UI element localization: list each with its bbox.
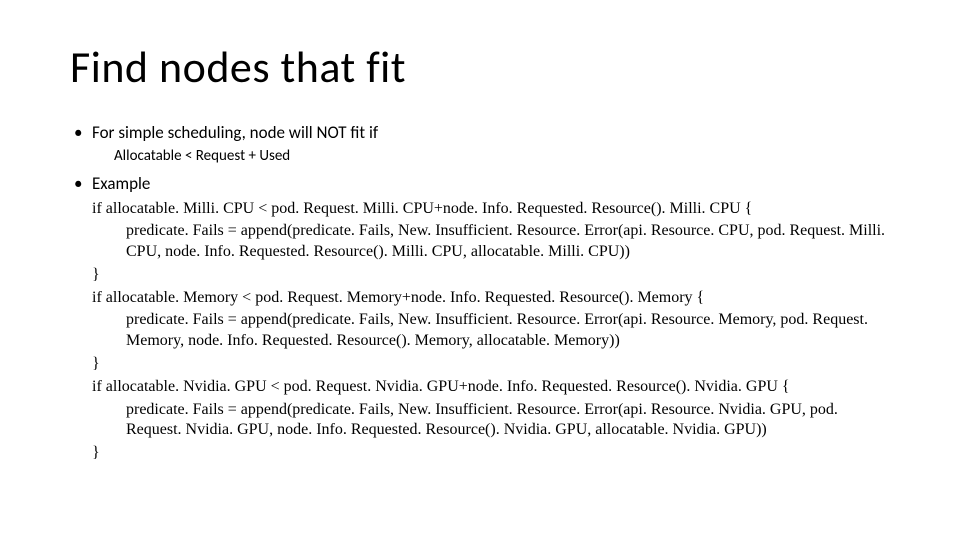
code-line: if allocatable. Nvidia. GPU < pod. Reque…: [70, 377, 890, 398]
bullet-example: Example: [70, 173, 890, 194]
bullet-list-2: Example: [70, 173, 890, 194]
bullet-simple-scheduling: For simple scheduling, node will NOT fit…: [70, 122, 890, 143]
slide: Find nodes that fit For simple schedulin…: [0, 0, 960, 540]
bullet-text: Example: [92, 173, 150, 194]
code-line: predicate. Fails = append(predicate. Fai…: [70, 400, 890, 442]
code-example: if allocatable. Milli. CPU < pod. Reques…: [70, 199, 890, 465]
code-line: }: [70, 354, 890, 375]
code-line: if allocatable. Milli. CPU < pod. Reques…: [70, 199, 890, 220]
code-line: if allocatable. Memory < pod. Request. M…: [70, 288, 890, 309]
code-line: }: [70, 265, 890, 286]
code-line: predicate. Fails = append(predicate. Fai…: [70, 221, 890, 263]
bullet-text: For simple scheduling, node will NOT fit…: [92, 122, 378, 143]
slide-title: Find nodes that fit: [70, 40, 890, 94]
sub-bullet-allocatable: Allocatable < Request + Used: [92, 147, 890, 165]
code-line: predicate. Fails = append(predicate. Fai…: [70, 310, 890, 352]
code-line: }: [70, 443, 890, 464]
bullet-list: For simple scheduling, node will NOT fit…: [70, 122, 890, 143]
